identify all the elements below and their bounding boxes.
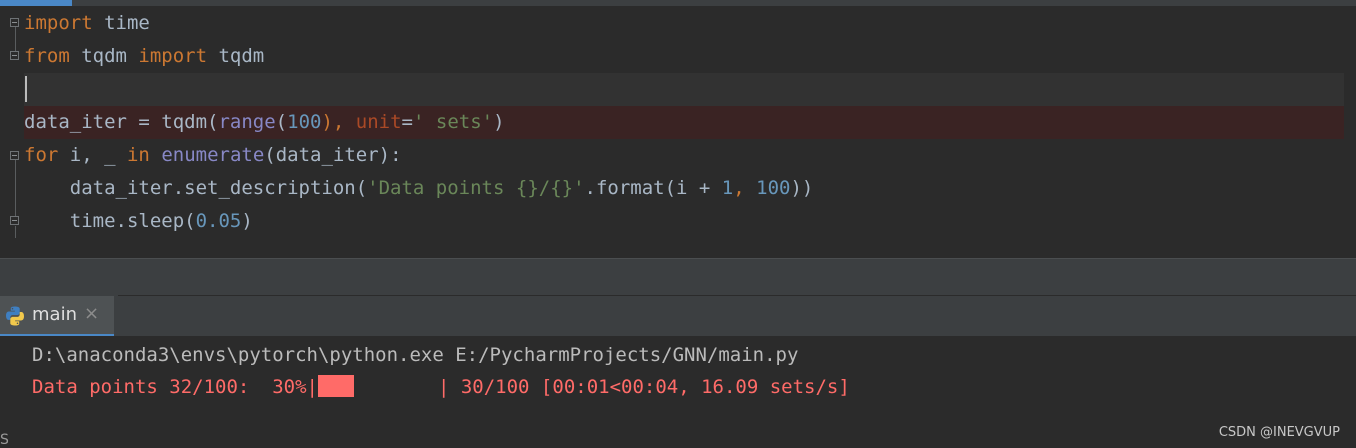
fold-start-icon[interactable] (10, 18, 19, 27)
panel-splitter[interactable] (0, 258, 1356, 297)
fold-guide (15, 153, 16, 219)
code-editor[interactable]: import time from tqdm import tqdm data_i… (0, 0, 1356, 258)
code-token: data_iter = tqdm( (24, 111, 219, 133)
number-token: 100 (287, 111, 322, 133)
fold-start-icon[interactable] (10, 151, 19, 160)
edge-glyph: S (0, 432, 9, 448)
code-line-2[interactable]: from tqdm import tqdm (24, 40, 1344, 73)
code-line-7[interactable]: time.sleep(0.05) (24, 205, 1344, 238)
code-token: i, _ (58, 144, 127, 166)
run-tab-label: main (32, 304, 77, 325)
fold-guide (15, 226, 16, 238)
keyword-token: import (138, 45, 208, 67)
string-token: ' sets' (413, 111, 494, 133)
progress-bar-fill (317, 375, 354, 397)
progress-prefix: Data points 32/100: 30%| (32, 376, 318, 398)
watermark: CSDN @INEVGVUP (1218, 425, 1340, 440)
code-line-5[interactable]: for i, _ in enumerate(data_iter): (24, 139, 1344, 172)
editor-gutter (0, 6, 24, 258)
run-tool-window-tabs: main × (0, 296, 1356, 336)
kwarg-token: unit (355, 111, 402, 133)
string-token: 'Data points {}/{}' (367, 177, 585, 199)
code-token: ( (275, 111, 288, 133)
editor-tab-strip (0, 0, 1356, 6)
code-token: = (401, 111, 413, 133)
code-token: tqdm (207, 45, 265, 67)
code-token: time (92, 12, 150, 34)
console-command-line: D:\anaconda3\envs\pytorch\python.exe E:/… (32, 344, 799, 366)
punct-token: ), (321, 111, 356, 133)
builtin-token: range (218, 111, 276, 133)
console-progress-line: Data points 32/100: 30%| | 30/100 [00:01<… (32, 372, 850, 402)
run-tab-main[interactable]: main × (0, 296, 114, 336)
code-token: ) (493, 111, 505, 133)
run-console[interactable]: D:\anaconda3\envs\pytorch\python.exe E:/… (0, 336, 1356, 448)
code-line-6[interactable]: data_iter.set_description('Data points {… (24, 172, 1344, 205)
keyword-token: in (126, 144, 150, 166)
code-line-3-current[interactable] (24, 73, 1344, 106)
code-token: .format(i + (584, 177, 722, 199)
keyword-token: from (24, 45, 70, 67)
text-caret (25, 76, 27, 102)
code-token: ) (241, 210, 253, 232)
code-token: )) (790, 177, 814, 199)
number-token: 0.05 (195, 210, 242, 232)
keyword-token: for (24, 144, 59, 166)
number-token: 1 (721, 177, 734, 199)
builtin-token: enumerate (161, 144, 265, 166)
python-icon (6, 306, 25, 326)
code-token: (data_iter): (264, 144, 402, 166)
code-token: data_iter.set_description( (24, 177, 368, 199)
code-line-1[interactable]: import time (24, 7, 1344, 40)
close-icon[interactable]: × (84, 303, 99, 324)
number-token: 100 (756, 177, 791, 199)
keyword-token: import (24, 12, 93, 34)
code-line-4[interactable]: data_iter = tqdm(range(100), unit=' sets… (24, 106, 1344, 139)
fold-end-icon[interactable] (10, 216, 19, 225)
punct-token: , (733, 177, 757, 199)
code-token: tqdm (69, 45, 139, 67)
fold-end-icon[interactable] (10, 51, 19, 60)
code-token: time.sleep( (24, 210, 196, 232)
progress-suffix: | 30/100 [00:01<00:04, 16.09 sets/s] (437, 376, 850, 398)
